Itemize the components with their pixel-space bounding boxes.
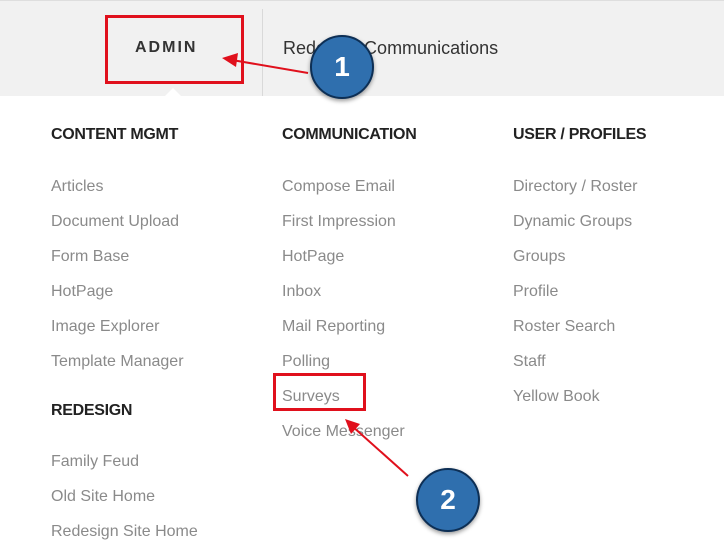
menu-item-first-impression[interactable]: First Impression bbox=[282, 204, 416, 239]
menu-item-document-upload[interactable]: Document Upload bbox=[51, 204, 184, 239]
highlight-box-admin bbox=[105, 15, 244, 84]
menu-item-hotpage[interactable]: HotPage bbox=[282, 239, 416, 274]
menu-item-inbox[interactable]: Inbox bbox=[282, 274, 416, 309]
menu-item-yellow-book[interactable]: Yellow Book bbox=[513, 379, 646, 414]
column-heading-communication: COMMUNICATION bbox=[282, 126, 417, 143]
highlight-box-surveys bbox=[273, 373, 366, 411]
column-heading-user-profiles: USER / PROFILES bbox=[513, 126, 647, 143]
menu-item-compose-email[interactable]: Compose Email bbox=[282, 169, 416, 204]
menu-item-form-base[interactable]: Form Base bbox=[51, 239, 184, 274]
menu-item-image-explorer[interactable]: Image Explorer bbox=[51, 309, 184, 344]
column-heading-redesign: REDESIGN bbox=[51, 402, 133, 419]
menu-item-profile[interactable]: Profile bbox=[513, 274, 646, 309]
menu-item-old-site-home[interactable]: Old Site Home bbox=[51, 479, 198, 514]
menu-item-hotpage[interactable]: HotPage bbox=[51, 274, 184, 309]
column-user-profiles: USER / PROFILES Directory / Roster Dynam… bbox=[513, 124, 647, 414]
step-badge-1: 1 bbox=[310, 35, 374, 99]
nav-divider bbox=[262, 9, 263, 96]
menu-item-articles[interactable]: Articles bbox=[51, 169, 184, 204]
menu-item-template-manager[interactable]: Template Manager bbox=[51, 344, 184, 379]
menu-item-redesign-site-home[interactable]: Redesign Site Home bbox=[51, 514, 198, 549]
menu-item-groups[interactable]: Groups bbox=[513, 239, 646, 274]
step-badge-2: 2 bbox=[416, 468, 480, 532]
menu-item-dynamic-groups[interactable]: Dynamic Groups bbox=[513, 204, 646, 239]
dropdown-caret bbox=[165, 88, 181, 96]
menu-item-roster-search[interactable]: Roster Search bbox=[513, 309, 646, 344]
menu-item-family-feud[interactable]: Family Feud bbox=[51, 444, 198, 479]
column-redesign: REDESIGN Family Feud Old Site Home Redes… bbox=[51, 400, 198, 549]
menu-item-mail-reporting[interactable]: Mail Reporting bbox=[282, 309, 416, 344]
menu-item-voice-messenger[interactable]: Voice Messenger bbox=[282, 414, 416, 449]
column-content-mgmt: CONTENT MGMT Articles Document Upload Fo… bbox=[51, 124, 184, 379]
menu-item-staff[interactable]: Staff bbox=[513, 344, 646, 379]
column-heading-content-mgmt: CONTENT MGMT bbox=[51, 126, 179, 143]
menu-item-directory-roster[interactable]: Directory / Roster bbox=[513, 169, 646, 204]
